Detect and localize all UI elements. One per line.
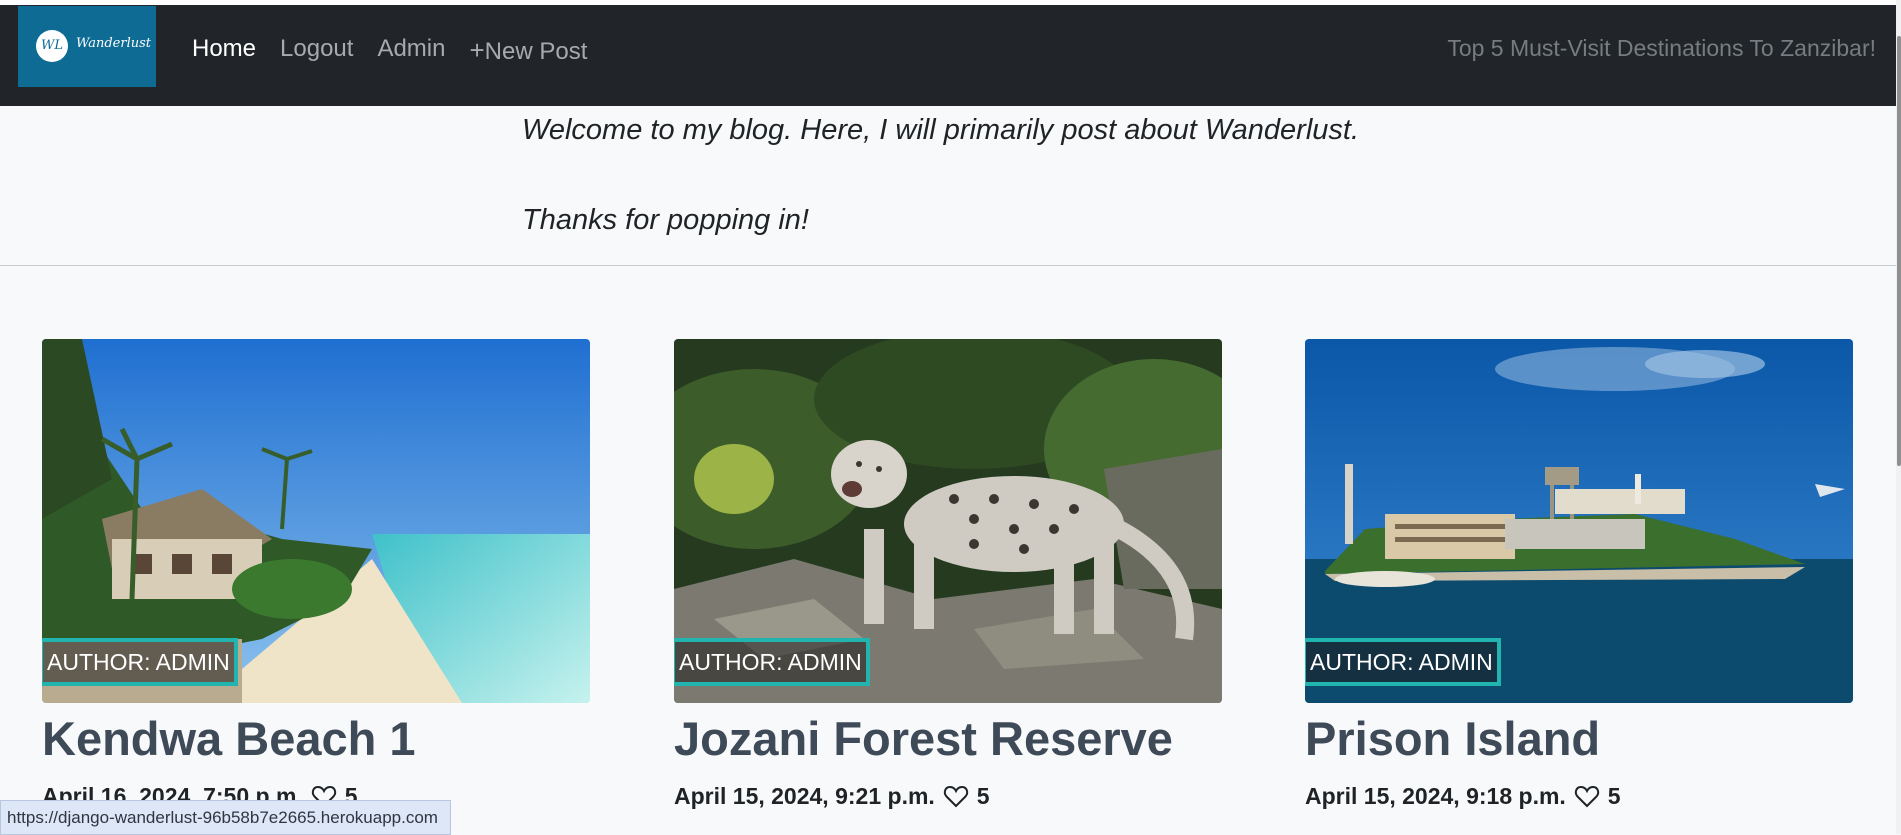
post-date: April 15, 2024, 9:18 p.m. [1305, 783, 1566, 809]
post-image-beach[interactable]: AUTHOR: ADMIN [42, 339, 590, 703]
post-card[interactable]: AUTHOR: ADMIN Prison Island April 15, 20… [1305, 339, 1853, 810]
nav-new-post-label: New Post [484, 38, 588, 65]
heart-icon[interactable] [1574, 785, 1600, 809]
divider [0, 265, 1896, 266]
author-badge: AUTHOR: ADMIN [674, 638, 870, 686]
plus-icon: + [469, 35, 485, 65]
intro-line-welcome: Welcome to my blog. Here, I will primari… [522, 114, 1360, 146]
post-title[interactable]: Jozani Forest Reserve [674, 711, 1222, 767]
nav-admin-link[interactable]: Admin [377, 35, 445, 66]
navbar: WL Wanderlust Home Logout Admin +New Pos… [0, 5, 1896, 106]
nav-home-link[interactable]: Home [192, 35, 256, 66]
nav-new-post-link[interactable]: +New Post [469, 35, 587, 66]
post-likes: 5 [976, 783, 990, 809]
post-card[interactable]: AUTHOR: ADMIN Kendwa Beach 1 April 16, 2… [42, 339, 590, 810]
scrollbar-thumb[interactable] [1897, 36, 1901, 466]
logo-initials: WL [36, 30, 68, 62]
post-image-island[interactable]: AUTHOR: ADMIN [1305, 339, 1853, 703]
status-bar-url: https://django-wanderlust-96b58b7e2665.h… [0, 800, 451, 835]
navbar-tagline: Top 5 Must-Visit Destinations To Zanziba… [1447, 35, 1876, 61]
post-title[interactable]: Prison Island [1305, 711, 1853, 767]
post-date: April 15, 2024, 9:21 p.m. [674, 783, 935, 809]
brand-logo[interactable]: WL Wanderlust [18, 6, 156, 87]
logo-text: Wanderlust [76, 36, 152, 51]
heart-icon[interactable] [943, 785, 969, 809]
author-badge: AUTHOR: ADMIN [1305, 638, 1501, 686]
post-meta: April 15, 2024, 9:18 p.m. 5 [1305, 783, 1853, 810]
nav-logout-link[interactable]: Logout [280, 35, 353, 66]
intro-line-thanks: Thanks for popping in! [522, 204, 809, 236]
post-card[interactable]: AUTHOR: ADMIN Jozani Forest Reserve Apri… [674, 339, 1222, 810]
post-title[interactable]: Kendwa Beach 1 [42, 711, 590, 767]
post-likes: 5 [1607, 783, 1621, 809]
nav-links: Home Logout Admin +New Post [192, 35, 587, 66]
intro-text: Welcome to my blog. Here, I will primari… [522, 108, 1359, 243]
post-meta: April 15, 2024, 9:21 p.m. 5 [674, 783, 1222, 810]
author-badge: AUTHOR: ADMIN [42, 638, 238, 686]
post-image-forest[interactable]: AUTHOR: ADMIN [674, 339, 1222, 703]
